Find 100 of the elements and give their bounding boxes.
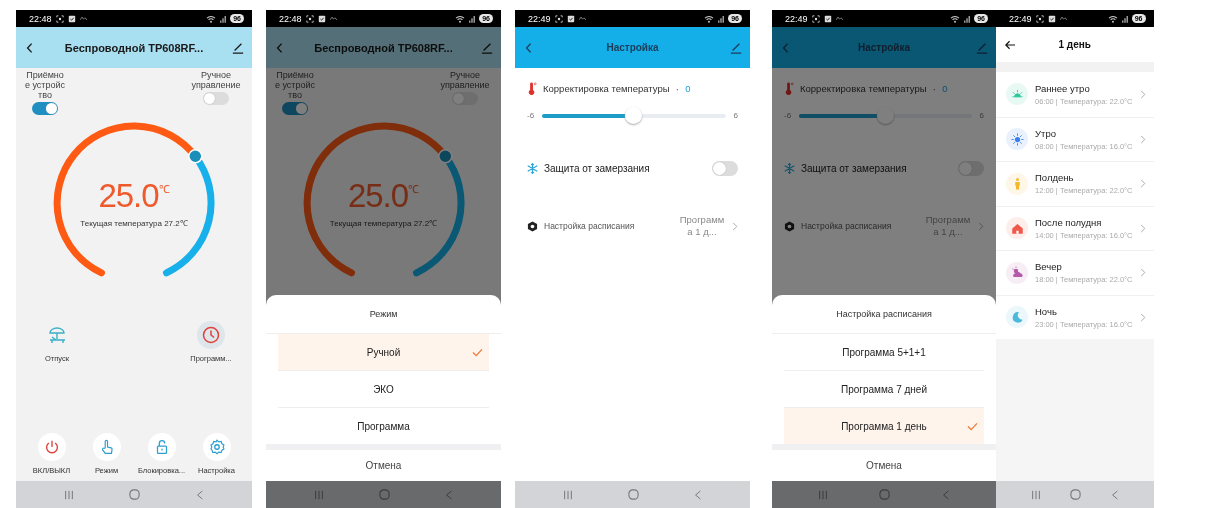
toggle-label: Приёмное устройство: [274, 70, 316, 100]
back-icon[interactable]: [26, 41, 34, 54]
screen-title: Настройка: [605, 42, 660, 53]
temperature-dial-drawing[interactable]: [303, 122, 465, 277]
chevron-right-icon[interactable]: [978, 221, 984, 231]
chevron-right-icon: [1139, 268, 1146, 278]
wifi-icon: [1107, 14, 1118, 23]
screen-title: 1 день: [1057, 39, 1092, 50]
chevron-right-icon: [1139, 179, 1146, 189]
status-icon: [835, 16, 843, 21]
separator-dot: ·: [932, 82, 937, 95]
beach-umbrella-icon: [47, 325, 67, 345]
sheet-option[interactable]: Программа 1 день: [784, 407, 984, 444]
edit-icon[interactable]: [232, 41, 244, 54]
setting-label: Корректировка температуры: [800, 83, 927, 94]
setting-label: Защита от замерзания: [801, 163, 907, 174]
slider-track[interactable]: [542, 106, 726, 125]
gear-icon: [527, 220, 538, 232]
recent-apps-icon[interactable]: [1030, 489, 1041, 500]
setting-value: 0: [942, 83, 948, 94]
check-icon: [967, 421, 978, 431]
recent-apps-icon[interactable]: [817, 489, 828, 500]
status-icon: [79, 16, 87, 21]
chevron-right-icon: [1139, 134, 1146, 144]
screenshot-icon: [1035, 14, 1044, 23]
toggle-switch[interactable]: [203, 92, 229, 105]
screenshot-icon: [554, 14, 563, 23]
sheet-option[interactable]: Программа 5+1+1: [784, 334, 984, 370]
status-icon: [329, 16, 337, 21]
status-time: 22:49: [1009, 13, 1032, 24]
recent-apps-icon[interactable]: [313, 489, 324, 500]
check-icon: [472, 347, 483, 357]
toggle-switch[interactable]: [712, 161, 738, 176]
home-icon[interactable]: [628, 489, 639, 500]
clock-icon: [201, 325, 221, 345]
slider-max: 6: [733, 111, 738, 120]
temperature-unit: ℃: [158, 182, 170, 195]
setting-label: Защита от замерзания: [544, 163, 650, 174]
chevron-right-icon: [1139, 89, 1146, 99]
screenshot-icon: [55, 14, 64, 23]
setting-value: 0: [685, 83, 691, 94]
temperature-unit: ℃: [408, 182, 420, 195]
period-name: Полдень: [1035, 172, 1075, 184]
slider-min: -6: [527, 111, 535, 120]
screenshot-icon: [811, 14, 820, 23]
notification-icon: [566, 14, 575, 23]
wifi-icon: [950, 14, 961, 23]
recent-apps-icon[interactable]: [562, 489, 573, 500]
thermometer-icon: [784, 82, 794, 95]
toggle-label: Ручное управление: [190, 70, 242, 90]
setting-label: Настройка расписания: [544, 221, 635, 231]
chevron-right-icon: [1139, 223, 1146, 233]
toggle-label: Ручное управление: [439, 70, 491, 90]
notification-icon: [1047, 14, 1056, 23]
signal-icon: [964, 14, 971, 23]
status-time: 22:49: [785, 13, 808, 24]
home-icon[interactable]: [129, 489, 141, 500]
gear-icon: [784, 220, 795, 232]
wifi-icon: [455, 14, 466, 23]
snowflake-icon: [527, 163, 538, 174]
status-time: 22:49: [528, 13, 551, 24]
toggle-switch[interactable]: [32, 102, 58, 115]
wifi-icon: [704, 14, 715, 23]
chevron-right-icon: [1139, 312, 1146, 322]
temperature-dial-drawing[interactable]: [53, 122, 215, 277]
notification-icon: [67, 14, 76, 23]
screen-title: Настройка: [856, 42, 912, 53]
setting-label: Корректировка температуры: [543, 83, 670, 94]
thermometer-icon: [527, 82, 537, 95]
chevron-right-icon[interactable]: [732, 221, 738, 231]
signal-icon: [220, 14, 227, 23]
sheet-option[interactable]: ЭКО: [278, 370, 489, 407]
home-icon[interactable]: [879, 489, 891, 500]
slider-track[interactable]: [799, 106, 972, 125]
back-arrow-icon[interactable]: [1004, 39, 1016, 50]
wifi-icon: [206, 14, 217, 23]
separator-dot: ·: [675, 82, 680, 95]
toggle-label: Приёмное устройство: [24, 70, 66, 100]
slider-thumb[interactable]: [876, 107, 894, 124]
signal-icon: [1121, 14, 1128, 23]
notification-icon: [823, 14, 832, 23]
snowflake-icon: [784, 163, 795, 174]
period-name: Вечер: [1035, 261, 1063, 273]
period-name: Ночь: [1035, 305, 1058, 317]
setting-label: Настройка расписания: [801, 221, 892, 231]
status-icon: [1059, 16, 1067, 21]
slider-thumb[interactable]: [625, 107, 643, 124]
sheet-option[interactable]: Ручной: [278, 334, 489, 370]
toggle-switch[interactable]: [282, 102, 308, 115]
setpoint-temperature: 25.0: [347, 179, 409, 213]
setpoint-temperature: 25.0: [98, 179, 159, 213]
screenshot-icon: [305, 14, 314, 23]
status-time: 22:48: [29, 13, 52, 24]
home-icon[interactable]: [1070, 489, 1082, 500]
settings-icon: [207, 438, 226, 456]
home-icon[interactable]: [379, 489, 390, 500]
period-name: Утро: [1035, 127, 1057, 139]
screen-title: Беспроводной TP608RF...: [63, 41, 205, 54]
recent-apps-icon[interactable]: [63, 489, 74, 500]
notification-icon: [317, 14, 326, 23]
